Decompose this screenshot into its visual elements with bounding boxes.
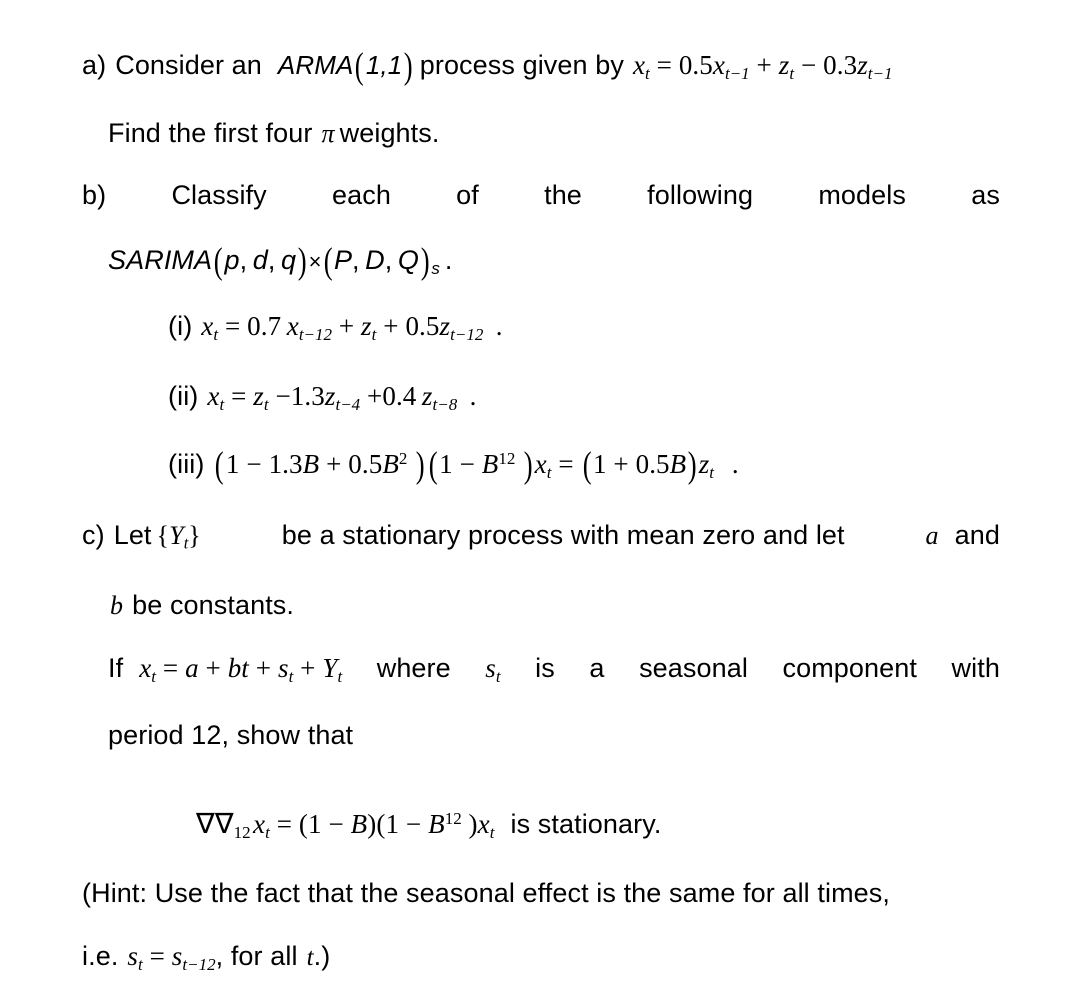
period-punct: . <box>444 244 453 275</box>
question-c-line-3: If xt = a + bt + st + Yt where st is a se… <box>108 655 1000 685</box>
question-b-label: b) <box>82 180 107 210</box>
hint-comma-forall: , for all <box>215 941 298 971</box>
question-c-line-1: c) Let {Yt} be a stationary process with m… <box>82 522 1000 552</box>
sub-item-iii-equation: (1 − 1.3B + 0.5B2 )(1 − B12 )xt = (1 + 0… <box>215 445 739 486</box>
question-c-word-with: with <box>951 653 1000 683</box>
question-c-word-if: If <box>108 653 124 683</box>
question-c-label-group: c) Let {Yt} <box>82 522 201 552</box>
question-c-line-4: period 12, show that <box>108 722 353 749</box>
question-c-word-component: component <box>782 653 917 683</box>
question-c-word-let: Let <box>113 520 152 550</box>
question-c-be-constants-text: be constants. <box>132 590 295 620</box>
sub-item-i: (i) xt = 0.7 xt−12 + zt + 0.5zt−12 . <box>168 313 503 343</box>
question-b-word-following: following <box>647 180 754 210</box>
differencing-equation: ∇∇12 xt = (1 − B)(1 − B12 )xt <box>196 808 495 842</box>
sub-item-ii-equation: xt = zt −1.3zt−4 +0.4 zt−8 . <box>207 381 477 414</box>
question-c-if-group: If xt = a + bt + st + Yt <box>108 655 342 685</box>
question-c-word-is: is <box>535 653 555 683</box>
display-equation-line: ∇∇12 xt = (1 − B)(1 − B12 )xt is stationa… <box>196 810 661 841</box>
document-page: a) Consider an ARMA(1,1) process given by xt… <box>0 0 1080 992</box>
question-c-tail-group: a and <box>926 522 1000 549</box>
question-b-word-classify: Classify <box>171 180 267 210</box>
hint-ie-prefix: i.e. <box>82 941 119 971</box>
question-c-word-and: and <box>954 520 1000 550</box>
question-a-find-text: Find the first four <box>108 118 313 148</box>
question-c-label: c) <box>82 520 105 550</box>
question-a-text-before: Consider an <box>115 49 262 80</box>
hint-text: (Hint: Use the fact that the seasonal ef… <box>82 878 890 908</box>
question-c-main-text: be a stationary process with mean zero a… <box>281 520 845 550</box>
question-b-line-2: SARIMA(p, d, q)×(P, D, Q) s. <box>108 243 453 280</box>
sub-item-ii: (ii) xt = zt −1.3zt−4 +0.4 zt−8 . <box>168 383 476 413</box>
pi-symbol: π <box>321 119 335 148</box>
constant-a-symbol: a <box>925 521 939 550</box>
time-index-symbol: t <box>306 944 314 971</box>
seasonal-equality-equation: st = st−12 <box>127 941 216 974</box>
sub-item-iii-marker: (iii) <box>168 448 205 479</box>
seasonal-component-symbol: st <box>485 653 501 686</box>
constant-b-symbol: b <box>110 591 124 620</box>
question-c-line-2: b be constants. <box>110 592 294 619</box>
y-process-set: {Yt} <box>156 521 201 553</box>
hint-suffix: .) <box>313 941 331 971</box>
question-a-label: a) <box>82 49 107 80</box>
hint-line-1: (Hint: Use the fact that the seasonal ef… <box>82 880 890 907</box>
question-a-equation: xt = 0.5xt−1 + zt − 0.3zt−1 <box>632 49 893 83</box>
question-a-line-2: Find the first four π weights. <box>108 120 439 147</box>
question-b-word-models: models <box>818 180 906 210</box>
question-a-text-mid: process given by <box>419 49 624 80</box>
hint-line-2: i.e. st = st−12, for all t.) <box>82 943 330 973</box>
sub-item-i-marker: (i) <box>168 311 193 341</box>
question-a-line-1: a) Consider an ARMA(1,1) process given by xt… <box>82 48 893 85</box>
x-decomposition-equation: xt = a + bt + st + Yt <box>139 653 343 686</box>
is-stationary-text: is stationary. <box>510 808 662 839</box>
sarima-equation: SARIMA(p, d, q)×(P, D, Q) s <box>108 241 440 282</box>
arma-inline-math: ARMA(1,1) <box>277 46 413 87</box>
question-b-word-the: the <box>544 180 582 210</box>
question-c-period-text: period 12, show that <box>108 720 354 750</box>
sub-item-i-equation: xt = 0.7 xt−12 + zt + 0.5zt−12 . <box>201 311 503 344</box>
question-a-weights-text: weights. <box>339 118 440 148</box>
question-c-word-a: a <box>589 653 605 683</box>
sub-item-iii: (iii) (1 − 1.3B + 0.5B2 )(1 − B12 )xt = (… <box>168 447 739 484</box>
question-b-word-as: as <box>971 180 1000 210</box>
question-b-word-of: of <box>456 180 479 210</box>
question-b-line-1: b) Classify each of the following models… <box>82 182 1000 209</box>
sub-item-ii-marker: (ii) <box>168 381 199 411</box>
question-c-word-where: where <box>376 653 451 683</box>
question-b-word-each: each <box>331 180 391 210</box>
question-c-word-seasonal: seasonal <box>639 653 748 683</box>
